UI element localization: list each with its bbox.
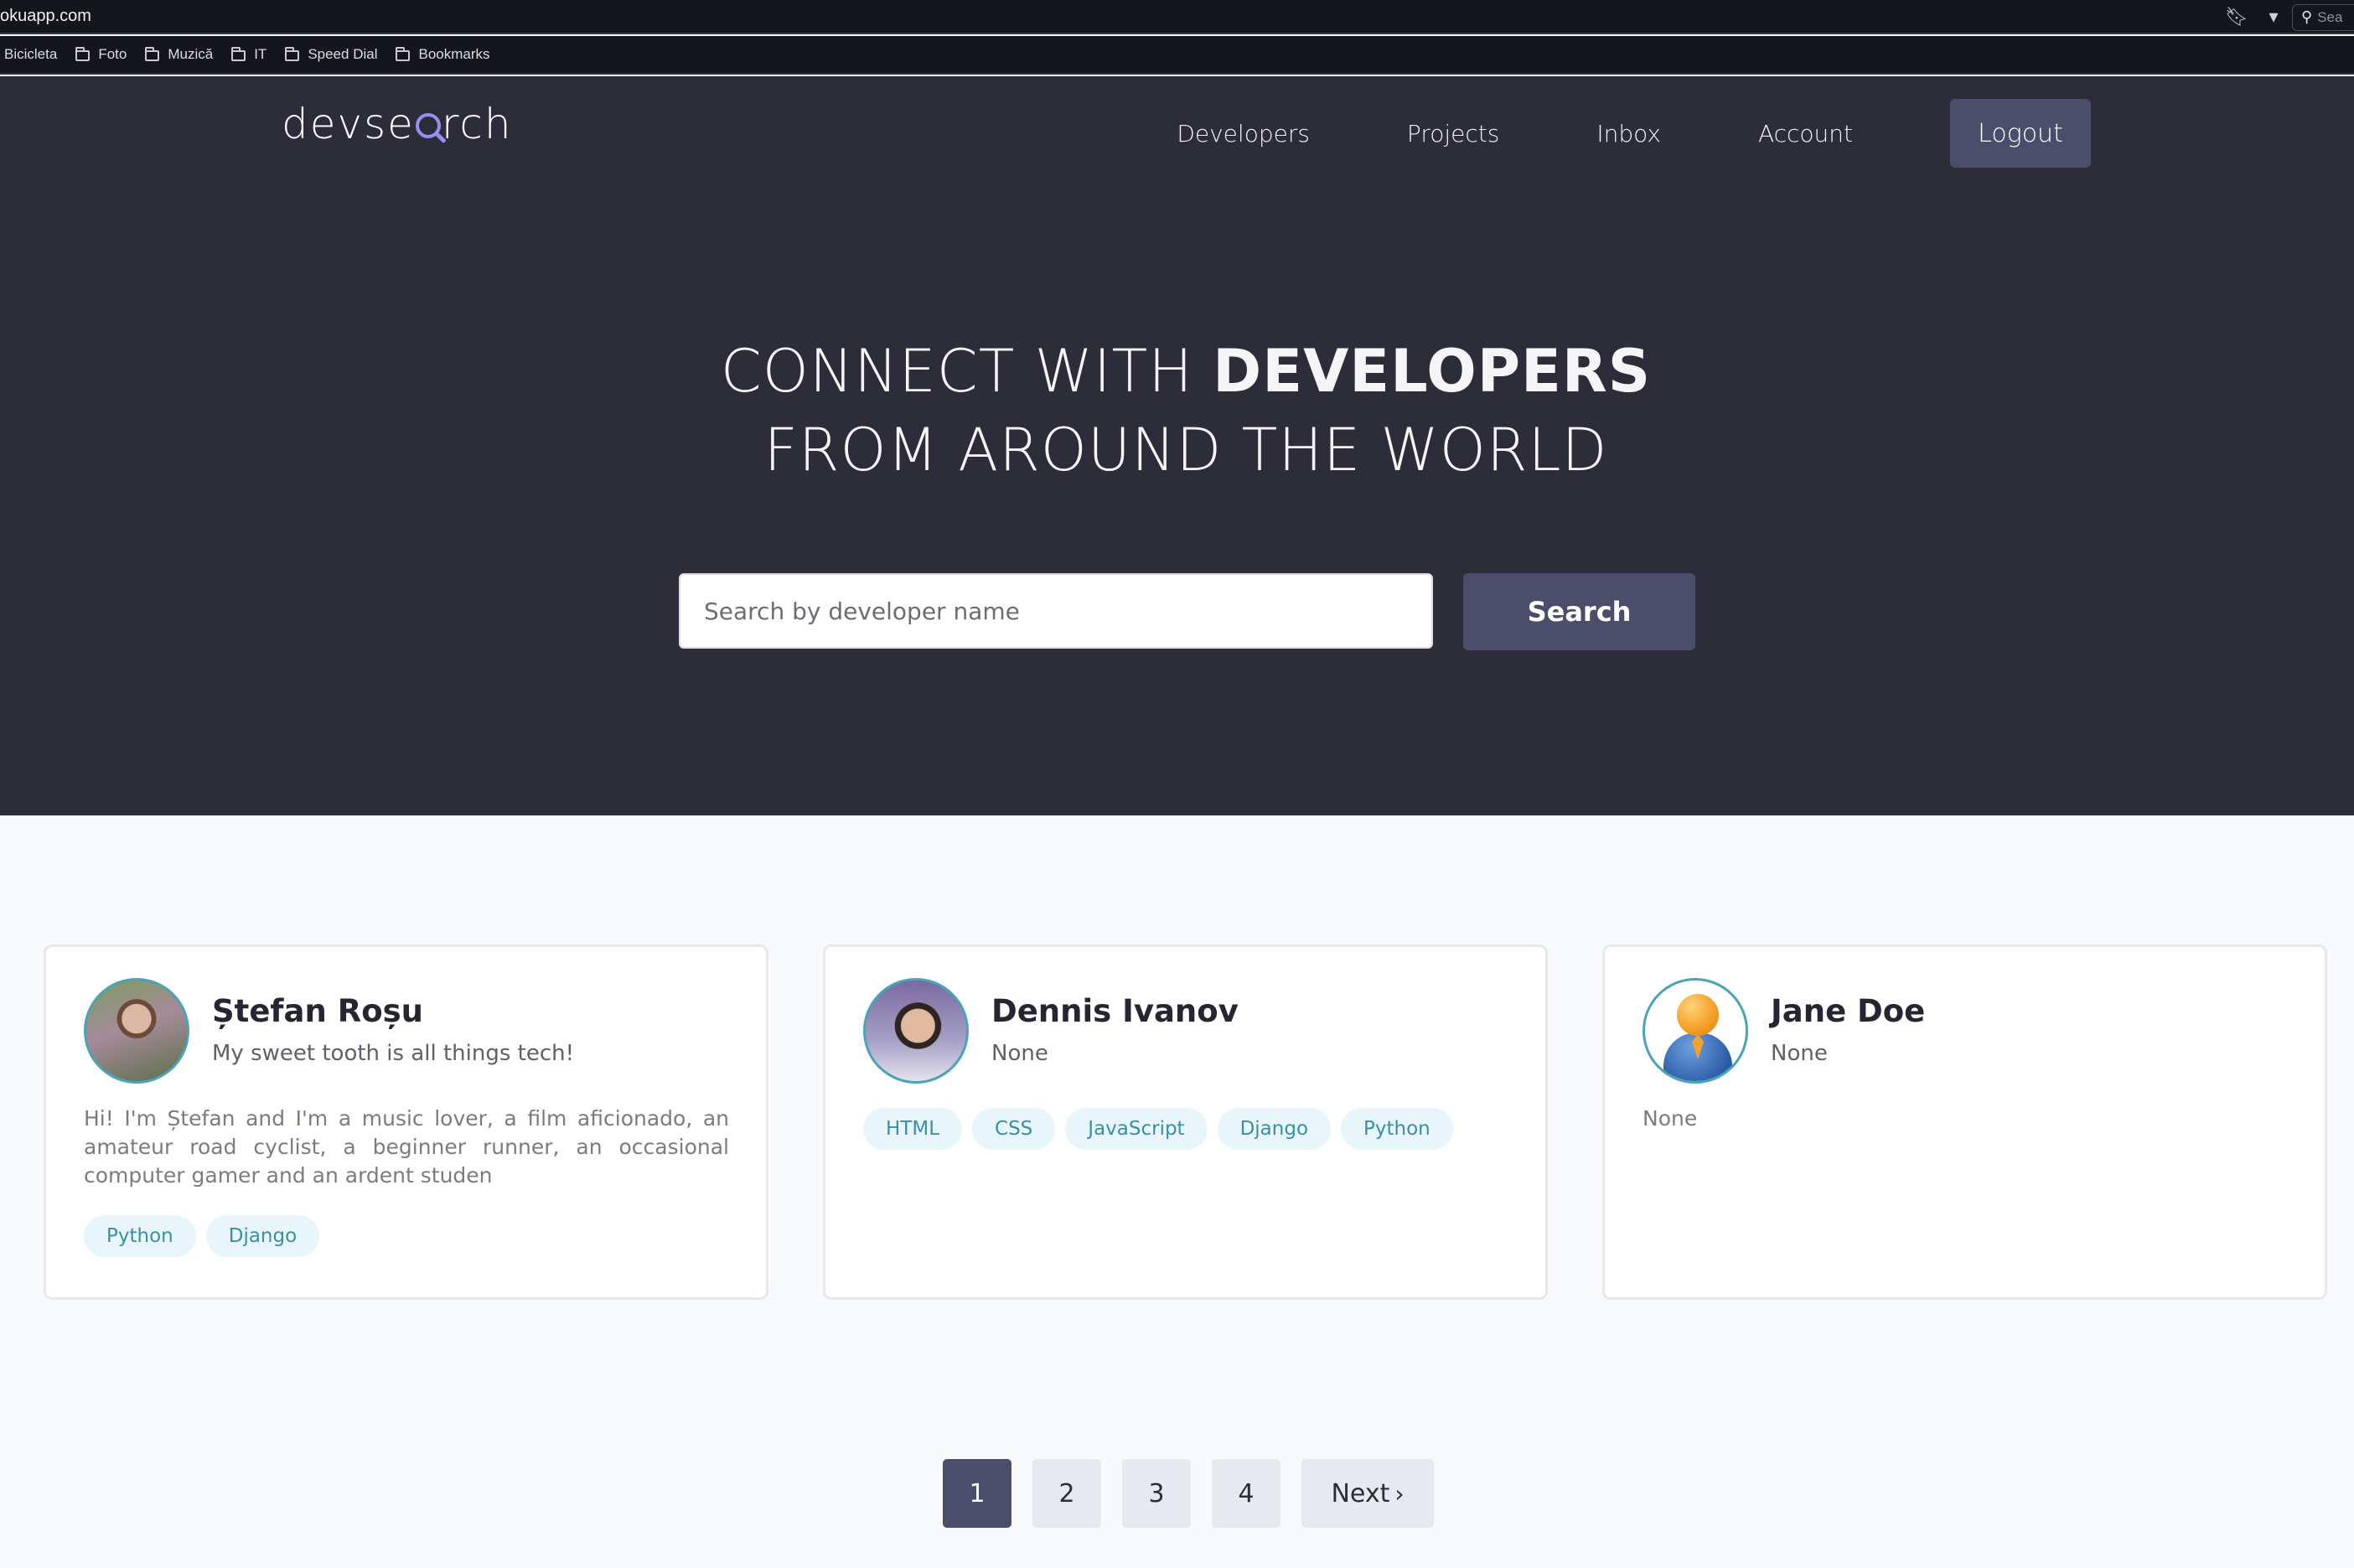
hero-line2: FROM AROUND THE WORLD	[763, 416, 1608, 484]
bookmark-icon[interactable]: 🔖︎	[2218, 7, 2255, 28]
logo-text-right: rch	[441, 100, 513, 148]
pagination: 1 2 3 4 Next ›	[943, 1459, 1434, 1528]
bookmark-bookmarks[interactable]: Bookmarks	[396, 46, 490, 63]
bookmarks-bar: Bicicleta Foto Muzică IT Speed Dial Book…	[0, 36, 2354, 75]
hero-line1-bold: DEVELOPERS	[1213, 337, 1652, 406]
developer-bio: None	[1643, 1106, 1698, 1131]
developer-search-form: Search	[679, 573, 1695, 650]
developer-bio: Hi! I'm Ștefan and I'm a music lover, a …	[84, 1106, 729, 1188]
skill-tag: Python	[84, 1215, 196, 1257]
developer-card[interactable]: Ștefan Roșu My sweet tooth is all things…	[44, 944, 768, 1300]
nav-account[interactable]: Account	[1758, 120, 1853, 147]
folder-icon	[231, 46, 246, 61]
bookmark-label: Bookmarks	[418, 46, 490, 62]
bookmark-label: Speed Dial	[308, 46, 378, 62]
bookmark-speed-dial[interactable]: Speed Dial	[285, 46, 377, 63]
developer-tagline: None	[991, 1041, 1048, 1066]
bookmark-foto[interactable]: Foto	[75, 46, 127, 63]
developer-name: Jane Doe	[1771, 993, 1926, 1029]
browser-address-bar: okuapp.com 🔖︎ ▾ ⚲ Sea	[0, 0, 2354, 34]
chevron-right-icon: ›	[1394, 1479, 1405, 1508]
skill-tag: HTML	[863, 1108, 963, 1150]
skill-tag: Django	[1217, 1108, 1332, 1150]
folder-icon	[396, 46, 411, 61]
user-head-shape	[1677, 994, 1719, 1036]
skill-tag: Django	[205, 1215, 320, 1257]
nav-inbox[interactable]: Inbox	[1596, 120, 1661, 147]
speed-dial-folder-icon	[285, 46, 300, 61]
developer-name: Dennis Ivanov	[991, 993, 1239, 1029]
folder-icon	[75, 46, 91, 61]
skill-tag: CSS	[972, 1108, 1056, 1150]
skill-tag: Python	[1341, 1108, 1453, 1150]
url-text[interactable]: okuapp.com	[0, 7, 91, 26]
bookmark-label: Bicicleta	[4, 46, 58, 62]
dropdown-arrow-icon[interactable]: ▾	[2255, 7, 2292, 28]
hero-line1-light: CONNECT WITH	[720, 337, 1213, 406]
page-button-3[interactable]: 3	[1122, 1459, 1191, 1528]
page-button-4[interactable]: 4	[1212, 1459, 1280, 1528]
address-bar-controls: 🔖︎ ▾ ⚲ Sea	[2218, 0, 2354, 34]
next-label: Next	[1331, 1478, 1390, 1508]
bookmark-muzica[interactable]: Muzică	[145, 46, 213, 63]
page-button-1[interactable]: 1	[943, 1459, 1011, 1528]
main-nav: Developers Projects Inbox Account Logout	[1177, 99, 2091, 168]
logout-button[interactable]: Logout	[1950, 99, 2091, 168]
nav-developers[interactable]: Developers	[1177, 120, 1310, 147]
devsearch-logo[interactable]: devse rch	[282, 100, 513, 148]
developer-tagline: None	[1771, 1041, 1828, 1066]
magnifier-icon	[415, 113, 441, 138]
developer-tagline: My sweet tooth is all things tech!	[212, 1041, 575, 1066]
search-icon: ⚲	[2301, 8, 2313, 25]
bookmark-it[interactable]: IT	[231, 46, 266, 63]
bookmark-label: Foto	[98, 46, 127, 62]
skill-tags: Python Django	[84, 1215, 329, 1257]
site-header: devse rch Developers Projects Inbox Acco…	[0, 76, 2354, 815]
page-button-2[interactable]: 2	[1032, 1459, 1101, 1528]
hero-title: CONNECT WITH DEVELOPERS FROM AROUND THE …	[0, 332, 2354, 489]
bookmark-label: Muzică	[168, 46, 214, 62]
skill-tag: JavaScript	[1065, 1108, 1208, 1150]
bookmark-label: IT	[254, 46, 267, 62]
browser-search-placeholder: Sea	[2317, 8, 2343, 25]
avatar	[84, 978, 189, 1084]
skill-tags: HTML CSS JavaScript Django Python	[863, 1108, 1463, 1150]
avatar	[863, 978, 969, 1084]
browser-search-field[interactable]: ⚲ Sea	[2292, 3, 2354, 31]
folder-icon	[145, 46, 160, 61]
developer-search-input[interactable]	[679, 573, 1433, 649]
nav-projects[interactable]: Projects	[1407, 120, 1499, 147]
bookmark-bicicleta[interactable]: Bicicleta	[4, 46, 57, 63]
logo-text-left: devse	[282, 100, 415, 148]
developer-cards: Ștefan Roșu My sweet tooth is all things…	[44, 944, 2327, 1300]
next-page-button[interactable]: Next ›	[1301, 1459, 1434, 1528]
search-button[interactable]: Search	[1463, 573, 1695, 650]
developer-name: Ștefan Roșu	[212, 993, 423, 1029]
default-user-avatar	[1643, 978, 1748, 1084]
developer-card[interactable]: Dennis Ivanov None HTML CSS JavaScript D…	[823, 944, 1548, 1300]
developer-card[interactable]: Jane Doe None None	[1602, 944, 2327, 1300]
